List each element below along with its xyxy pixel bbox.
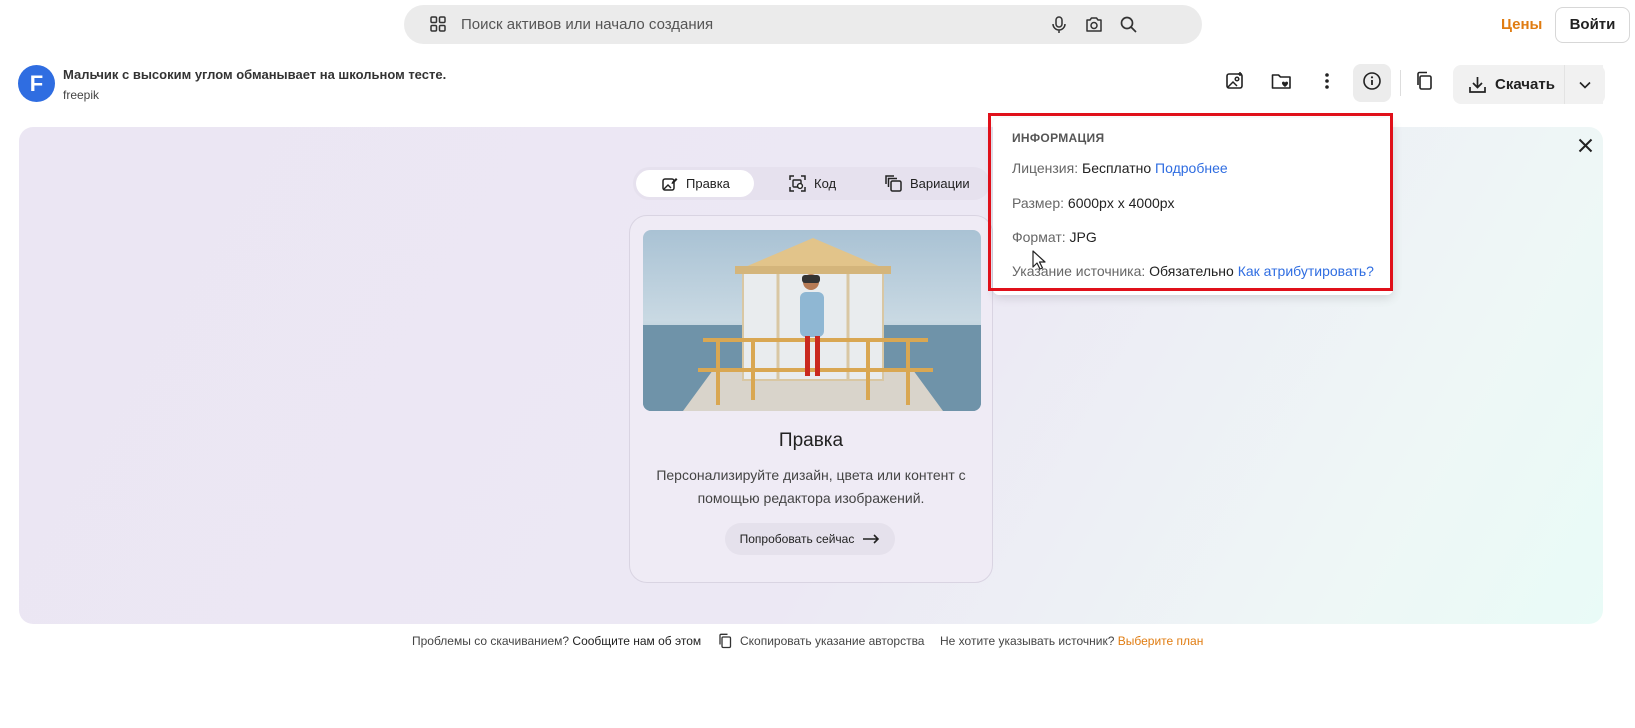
tab-edit-label: Правка (686, 176, 730, 191)
attribution-row: Указание источника: Обязательно Как атри… (1012, 263, 1374, 279)
card-title: Правка (778, 430, 844, 451)
close-icon (1578, 138, 1593, 158)
pricing-link[interactable]: Цены (1501, 16, 1542, 33)
close-panel-button[interactable] (1573, 136, 1597, 160)
download-options-button[interactable] (1564, 65, 1605, 104)
code-image-icon (789, 175, 806, 192)
download-problems-text: Проблемы со скачиванием? (412, 634, 570, 648)
grid-apps-icon[interactable] (430, 16, 446, 37)
size-value: 6000px x 4000px (1067, 195, 1175, 211)
format-row: Формат: JPG (1012, 229, 1097, 245)
folder-heart-icon (1271, 72, 1292, 95)
tab-code-label: Код (814, 176, 837, 191)
try-now-label: Попробовать сейчас (739, 532, 855, 546)
copy-attribution-label: Скопировать указание авторства (740, 634, 925, 648)
download-problems-row: Проблемы со скачиванием? Сообщите нам об… (412, 634, 701, 648)
copy-icon (719, 633, 732, 649)
save-to-folder-button[interactable] (1262, 64, 1300, 102)
how-to-attribute-link[interactable]: Как атрибутировать? (1238, 263, 1374, 279)
card-description: Персонализируйте дизайн, цвета или конте… (656, 467, 966, 506)
tool-tabs: Правка Код Вариации (633, 167, 990, 200)
tab-variations[interactable]: Вариации (875, 170, 990, 197)
no-attribution-text: Не хотите указывать источник? (940, 634, 1115, 648)
avatar[interactable]: F (18, 65, 55, 102)
more-options-button[interactable] (1308, 64, 1346, 102)
chevron-down-icon (1579, 76, 1591, 94)
attribution-value: Обязательно (1149, 263, 1234, 279)
microphone-icon[interactable] (1051, 16, 1067, 39)
format-key: Формат: (1012, 229, 1066, 245)
asset-title: Мальчик с высоким углом обманывает на шк… (63, 67, 447, 82)
download-icon (1468, 75, 1487, 94)
asset-author-link[interactable]: freepik (63, 88, 99, 102)
preview-image (643, 230, 981, 411)
camera-icon[interactable] (1085, 16, 1103, 38)
try-now-button[interactable]: Попробовать сейчас (725, 523, 895, 555)
license-value: Бесплатно (1082, 160, 1152, 176)
login-button[interactable]: Войти (1555, 7, 1630, 43)
size-row: Размер: 6000px x 4000px (1012, 195, 1175, 211)
info-icon (1362, 71, 1382, 96)
tab-edit[interactable]: Правка (636, 170, 754, 197)
edit-image-button[interactable] (1216, 64, 1254, 102)
report-problem-link[interactable]: Сообщите нам об этом (572, 634, 701, 648)
tab-code[interactable]: Код (779, 170, 869, 197)
license-row: Лицензия: Бесплатно Подробнее (1012, 160, 1228, 176)
vertical-dots-icon (1324, 72, 1330, 95)
info-heading: ИНФОРМАЦИЯ (1012, 131, 1105, 145)
copy-icon (1415, 71, 1433, 96)
no-attribution-row: Не хотите указывать источник? Выберите п… (940, 634, 1203, 648)
mouse-cursor-icon (1032, 250, 1046, 275)
info-button[interactable] (1353, 64, 1391, 102)
copy-attribution-button[interactable]: Скопировать указание авторства (718, 633, 924, 649)
copy-button[interactable] (1405, 64, 1443, 102)
arrow-right-icon (863, 534, 880, 544)
search-bar[interactable]: Поиск активов или начало создания (404, 5, 1202, 44)
toolbar-divider (1400, 70, 1401, 96)
edit-image-icon (662, 177, 678, 191)
search-icon[interactable] (1120, 16, 1137, 38)
image-edit-icon (1225, 71, 1245, 96)
variations-icon (885, 175, 902, 192)
choose-plan-link[interactable]: Выберите план (1118, 634, 1204, 648)
search-input[interactable]: Поиск активов или начало создания (461, 16, 713, 33)
license-key: Лицензия: (1012, 160, 1079, 176)
size-key: Размер: (1012, 195, 1065, 211)
download-label: Скачать (1495, 76, 1555, 93)
license-details-link[interactable]: Подробнее (1155, 160, 1228, 176)
format-value: JPG (1069, 229, 1097, 245)
tab-variations-label: Вариации (910, 176, 970, 191)
